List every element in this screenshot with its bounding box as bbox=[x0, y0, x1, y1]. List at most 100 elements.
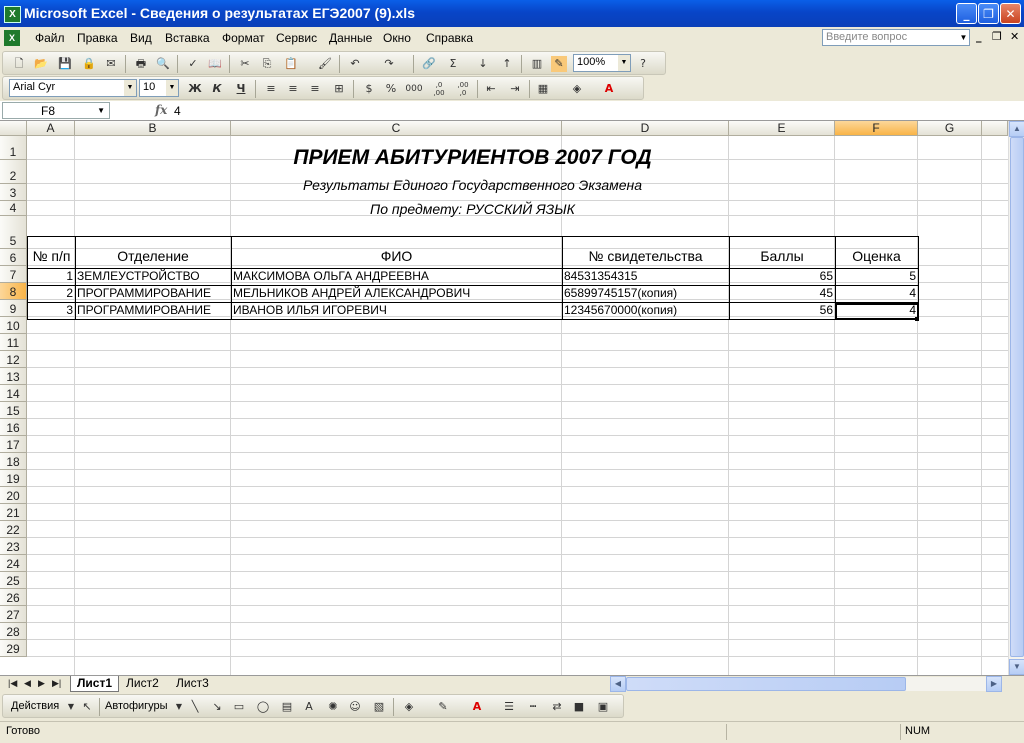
tab-sheet2[interactable]: Лист2 bbox=[120, 676, 165, 692]
row-header-17[interactable]: 17 bbox=[0, 436, 27, 453]
decrease-decimal-button[interactable]: ,00 ,0 bbox=[453, 81, 473, 97]
cell-f6[interactable]: 5 bbox=[835, 269, 919, 286]
doc-restore-icon[interactable]: ❐ bbox=[992, 30, 1002, 43]
cell-c6[interactable]: МАКСИМОВА ОЛЬГА АНДРЕЕВНА bbox=[231, 269, 563, 286]
menu-format[interactable]: Формат bbox=[222, 31, 265, 45]
select-all-corner[interactable] bbox=[0, 121, 27, 136]
row-header-26[interactable]: 26 bbox=[0, 589, 27, 606]
doc-minimize-icon[interactable]: _ bbox=[976, 30, 982, 43]
menu-data[interactable]: Данные bbox=[329, 31, 372, 45]
borders-icon[interactable]: ▦ bbox=[535, 81, 551, 97]
decrease-indent-icon[interactable]: ⇤ bbox=[483, 81, 499, 97]
underline-button[interactable]: Ч bbox=[233, 81, 249, 97]
horizontal-scrollbar[interactable]: ◀ ▶ bbox=[610, 676, 1002, 692]
thousands-button[interactable]: 000 bbox=[403, 81, 425, 97]
worksheet-grid[interactable]: A B C D E F G 1 2 3 4 5 6 7 8 9 10 11 12 13 14 15 16 17 1… bbox=[0, 121, 1008, 675]
paste-icon[interactable]: 📋 bbox=[283, 56, 299, 72]
row-header-19[interactable]: 19 bbox=[0, 470, 27, 487]
row-header-6[interactable]: 6 bbox=[0, 249, 27, 266]
actions-menu[interactable]: Действия bbox=[11, 700, 59, 712]
align-left-icon[interactable]: ≡ bbox=[263, 81, 279, 97]
print-icon[interactable]: 🖶 bbox=[133, 56, 149, 72]
cell-b6[interactable]: ЗЕМЛЕУСТРОЙСТВО bbox=[75, 269, 232, 286]
row-header-14[interactable]: 14 bbox=[0, 385, 27, 402]
row-header-12[interactable]: 12 bbox=[0, 351, 27, 368]
minimize-button[interactable]: _ bbox=[956, 3, 977, 24]
row-header-7[interactable]: 7 bbox=[0, 266, 27, 283]
chevron-down-icon[interactable]: ▼ bbox=[63, 699, 79, 715]
prev-sheet-icon[interactable]: ◀ bbox=[24, 678, 31, 689]
format-painter-icon[interactable]: 🖌 bbox=[317, 56, 333, 72]
font-color-icon[interactable]: A bbox=[469, 699, 485, 715]
align-center-icon[interactable]: ≡ bbox=[285, 81, 301, 97]
document-icon[interactable]: X bbox=[4, 30, 20, 46]
row-header-1[interactable]: 1 bbox=[0, 136, 27, 160]
increase-indent-icon[interactable]: ⇥ bbox=[507, 81, 523, 97]
row-header-25[interactable]: 25 bbox=[0, 572, 27, 589]
redo-icon[interactable]: ↷ bbox=[381, 56, 397, 72]
chevron-down-icon[interactable]: ▼ bbox=[97, 106, 105, 115]
sort-ascending-icon[interactable]: ↓ bbox=[475, 56, 491, 72]
cell-a7[interactable]: 2 bbox=[27, 286, 76, 303]
menu-tools[interactable]: Сервис bbox=[276, 31, 317, 45]
scroll-up-icon[interactable]: ▲ bbox=[1009, 121, 1024, 137]
research-icon[interactable]: 📖 bbox=[207, 56, 223, 72]
row-header-13[interactable]: 13 bbox=[0, 368, 27, 385]
oval-icon[interactable]: ◯ bbox=[255, 699, 271, 715]
new-document-icon[interactable]: 🗋 bbox=[11, 56, 27, 72]
menu-edit[interactable]: Правка bbox=[77, 31, 118, 45]
open-folder-icon[interactable]: 📂 bbox=[33, 56, 49, 72]
shadow-icon[interactable]: ■ bbox=[571, 699, 587, 715]
font-size-select[interactable]: 10 ▼ bbox=[139, 79, 179, 97]
cell-a6[interactable]: 1 bbox=[27, 269, 76, 286]
header-num[interactable]: № п/п bbox=[27, 236, 76, 269]
cell-f8-active[interactable]: 4 bbox=[835, 303, 919, 320]
font-name-select[interactable]: Arial Cyr ▼ bbox=[9, 79, 137, 97]
row-header-28[interactable]: 28 bbox=[0, 623, 27, 640]
font-color-icon[interactable]: A bbox=[601, 81, 617, 97]
picture-icon[interactable]: ▧ bbox=[371, 699, 387, 715]
email-icon[interactable]: ✉ bbox=[103, 56, 119, 72]
permission-icon[interactable]: 🔒 bbox=[81, 56, 97, 72]
header-department[interactable]: Отделение bbox=[75, 236, 232, 269]
cut-icon[interactable]: ✂ bbox=[237, 56, 253, 72]
undo-icon[interactable]: ↶ bbox=[347, 56, 363, 72]
row-header-21[interactable]: 21 bbox=[0, 504, 27, 521]
cell-e8[interactable]: 56 bbox=[729, 303, 836, 320]
save-icon[interactable]: 💾 bbox=[57, 56, 73, 72]
sheet-subtitle[interactable]: Результаты Единого Государственного Экза… bbox=[27, 177, 918, 194]
row-header-29[interactable]: 29 bbox=[0, 640, 27, 657]
column-header-a[interactable]: A bbox=[27, 121, 75, 136]
last-sheet-icon[interactable]: ▶| bbox=[52, 678, 61, 689]
row-header-16[interactable]: 16 bbox=[0, 419, 27, 436]
cell-d8[interactable]: 12345670000(копия) bbox=[562, 303, 730, 320]
cell-e7[interactable]: 45 bbox=[729, 286, 836, 303]
fill-color-icon[interactable]: ◈ bbox=[401, 699, 417, 715]
fill-color-icon[interactable]: ◈ bbox=[569, 81, 585, 97]
row-header-23[interactable]: 23 bbox=[0, 538, 27, 555]
doc-close-icon[interactable]: ✕ bbox=[1010, 30, 1019, 43]
restore-button[interactable]: ❐ bbox=[978, 3, 999, 24]
menu-help[interactable]: Справка bbox=[426, 31, 473, 45]
percent-button[interactable]: % bbox=[383, 81, 399, 97]
chevron-down-icon[interactable]: ▼ bbox=[124, 80, 136, 96]
row-header-5[interactable]: 5 bbox=[0, 216, 27, 249]
diagram-icon[interactable]: ✺ bbox=[325, 699, 341, 715]
hyperlink-icon[interactable]: 🔗 bbox=[421, 56, 437, 72]
menu-insert[interactable]: Вставка bbox=[165, 31, 210, 45]
row-header-24[interactable]: 24 bbox=[0, 555, 27, 572]
line-icon[interactable]: ╲ bbox=[187, 699, 203, 715]
sheet-title[interactable]: ПРИЕМ АБИТУРИЕНТОВ 2007 ГОД bbox=[27, 145, 918, 171]
header-grade[interactable]: Оценка bbox=[835, 236, 919, 269]
close-button[interactable]: ✕ bbox=[1000, 3, 1021, 24]
align-right-icon[interactable]: ≡ bbox=[307, 81, 323, 97]
chevron-down-icon[interactable]: ▼ bbox=[166, 80, 178, 96]
row-header-8[interactable]: 8 bbox=[0, 283, 27, 300]
bold-button[interactable]: Ж bbox=[187, 81, 203, 97]
spelling-icon[interactable]: ✓ bbox=[185, 56, 201, 72]
sort-descending-icon[interactable]: ↑ bbox=[499, 56, 515, 72]
header-certificate[interactable]: № свидетельства bbox=[562, 236, 730, 269]
chevron-down-icon[interactable]: ▼ bbox=[958, 30, 969, 45]
copy-icon[interactable]: ⎘ bbox=[259, 56, 275, 72]
wordart-icon[interactable]: A bbox=[301, 699, 317, 715]
